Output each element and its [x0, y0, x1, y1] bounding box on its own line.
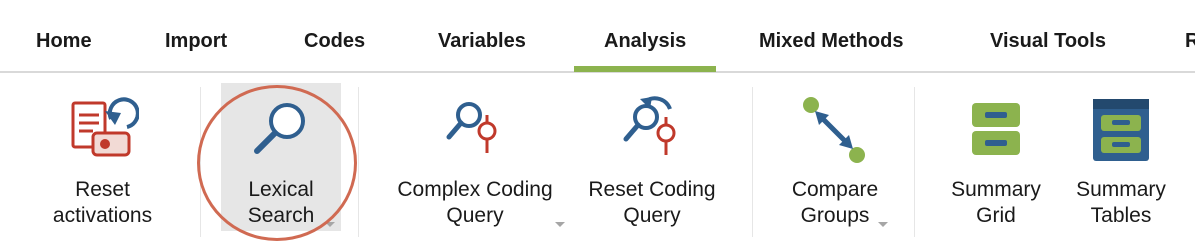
tab-variables[interactable]: Variables	[438, 30, 526, 70]
reset-activations-icon	[40, 95, 165, 167]
tab-analysis[interactable]: Analysis	[573, 30, 717, 72]
magnifier-icon	[221, 95, 341, 167]
reset-activations-button[interactable]: Reset activations	[40, 83, 165, 231]
chevron-down-icon[interactable]	[878, 222, 888, 227]
chevron-down-icon[interactable]	[555, 222, 565, 227]
ribbon-tab-bar: Home Import Codes Variables Analysis Mix…	[0, 0, 1195, 73]
reset-activations-label-line2: activations	[52, 204, 153, 227]
chevron-down-icon[interactable]	[325, 222, 335, 227]
tab-mixed-methods-label: Mixed Methods	[759, 30, 904, 52]
tab-overflow-label: R	[1185, 30, 1195, 52]
coding-query-icon	[380, 95, 570, 167]
summary-tables-icon	[1062, 95, 1180, 167]
summary-grid-label-line2: Grid	[976, 204, 1016, 227]
lexical-search-label-line2: Search	[247, 204, 315, 227]
reset-coding-query-label-line1: Reset Coding	[588, 178, 716, 201]
ribbon-separator	[914, 87, 915, 237]
reset-coding-query-label-line2: Query	[623, 204, 681, 227]
summary-tables-label-line1: Summary	[1076, 178, 1166, 201]
tab-home[interactable]: Home	[36, 30, 92, 70]
summary-tables-label-line2: Tables	[1090, 204, 1152, 227]
ribbon-separator	[358, 87, 359, 237]
tab-visual-tools-label: Visual Tools	[990, 30, 1106, 52]
complex-coding-query-label-line2: Query	[446, 204, 504, 227]
tab-variables-label: Variables	[438, 30, 526, 52]
lexical-search-button[interactable]: Lexical Search	[221, 83, 341, 231]
reset-coding-query-button[interactable]: Reset Coding Query	[577, 83, 727, 231]
complex-coding-query-label-line1: Complex Coding	[397, 178, 553, 201]
tab-home-label: Home	[36, 30, 92, 52]
summary-tables-button[interactable]: Summary Tables	[1062, 83, 1180, 231]
compare-groups-button[interactable]: Compare Groups	[770, 83, 900, 231]
compare-arrows-icon	[770, 95, 900, 167]
reset-activations-label-line1: Reset	[75, 178, 130, 201]
summary-grid-label-line1: Summary	[951, 178, 1041, 201]
tab-codes-label: Codes	[304, 30, 366, 52]
tab-import[interactable]: Import	[165, 30, 227, 70]
summary-grid-icon	[935, 95, 1057, 167]
tab-codes[interactable]: Codes	[304, 30, 365, 70]
tab-visual-tools[interactable]: Visual Tools	[990, 30, 1106, 70]
tab-import-label: Import	[165, 30, 228, 52]
ribbon-separator	[200, 87, 201, 237]
ribbon-separator	[752, 87, 753, 237]
compare-groups-label-line1: Compare	[791, 178, 879, 201]
summary-grid-button[interactable]: Summary Grid	[935, 83, 1057, 231]
tab-analysis-label: Analysis	[604, 30, 687, 52]
ribbon-toolbar: Reset activations Lexical Search Complex…	[0, 75, 1195, 244]
tab-mixed-methods[interactable]: Mixed Methods	[759, 30, 903, 70]
lexical-search-label-line1: Lexical	[248, 178, 314, 201]
reset-coding-query-icon	[577, 95, 727, 167]
complex-coding-query-button[interactable]: Complex Coding Query	[380, 83, 570, 231]
tab-overflow[interactable]: R	[1185, 30, 1195, 70]
